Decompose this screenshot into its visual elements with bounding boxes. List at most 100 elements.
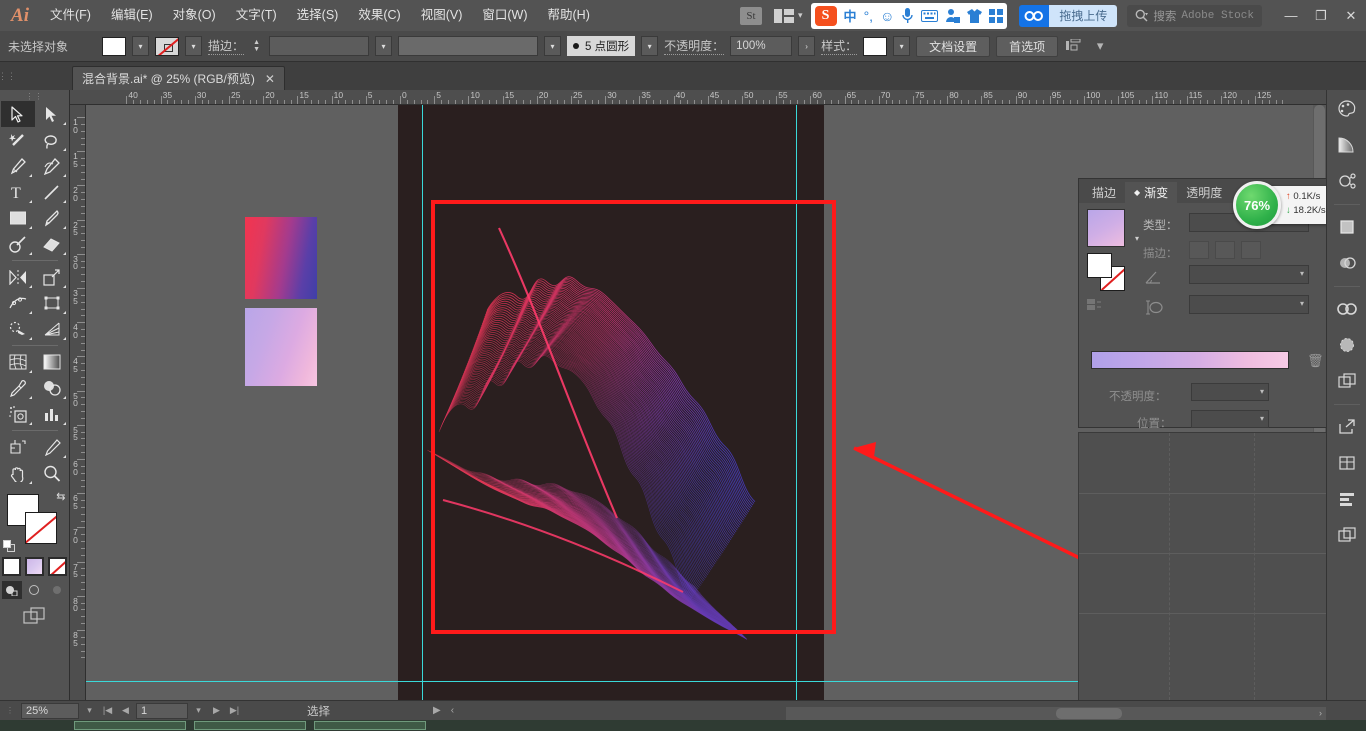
taskbar-item-3[interactable] xyxy=(314,721,426,730)
curvature-tool[interactable] xyxy=(35,153,69,179)
gradient-aspect-input[interactable]: ▾ xyxy=(1189,295,1309,314)
menu-select[interactable]: 选择(S) xyxy=(287,0,349,31)
tab-bar-grip[interactable]: ⋮⋮ xyxy=(0,62,16,90)
default-fill-stroke-icon[interactable] xyxy=(2,540,17,554)
prev-artboard-button[interactable]: ◀ xyxy=(118,703,133,719)
ime-skin-icon[interactable] xyxy=(967,8,983,23)
gradient-angle-input[interactable]: ▾ xyxy=(1189,265,1309,284)
status-grip[interactable]: ⋮ xyxy=(6,706,18,715)
brush-definition-select[interactable]: 5 点圆形 xyxy=(567,36,636,56)
zoom-level-input[interactable]: 25% xyxy=(21,702,79,719)
ime-punctuation-icon[interactable]: °, xyxy=(864,8,874,24)
stroke-across-button[interactable] xyxy=(1241,241,1261,259)
tab-stroke[interactable]: 描边 xyxy=(1083,182,1125,203)
direct-selection-tool[interactable] xyxy=(35,101,69,127)
minimize-button[interactable]: — xyxy=(1276,0,1306,31)
menu-object[interactable]: 对象(O) xyxy=(163,0,226,31)
magic-wand-tool[interactable] xyxy=(1,127,35,153)
stroke-within-button[interactable] xyxy=(1189,241,1209,259)
menu-window[interactable]: 窗口(W) xyxy=(472,0,537,31)
delete-stop-icon[interactable]: 🗑 xyxy=(1307,353,1324,369)
screen-mode-normal[interactable] xyxy=(1,581,22,599)
gradient-location-input[interactable]: ▾ xyxy=(1191,410,1269,428)
selection-tool[interactable] xyxy=(0,101,35,127)
ime-mic-icon[interactable] xyxy=(901,7,914,24)
align-to-icon[interactable] xyxy=(1064,36,1084,56)
artboard-tool[interactable] xyxy=(1,434,35,460)
gradient-sample-square-1[interactable] xyxy=(245,217,317,299)
gradient-preview-swatch[interactable] xyxy=(1087,209,1125,247)
symbols-icon[interactable] xyxy=(1332,166,1362,196)
screen-mode-full[interactable] xyxy=(48,581,68,599)
stroke-weight-caret[interactable]: ▾ xyxy=(375,36,393,56)
tab-transparency[interactable]: 透明度 xyxy=(1177,182,1231,203)
gradient-preset-caret-icon[interactable]: ▾ xyxy=(1135,234,1139,243)
menu-file[interactable]: 文件(F) xyxy=(40,0,101,31)
last-artboard-button[interactable]: ▶| xyxy=(227,703,242,719)
menu-help[interactable]: 帮助(H) xyxy=(538,0,600,31)
swatches-icon[interactable] xyxy=(1332,212,1362,242)
zoom-caret-icon[interactable]: ▾ xyxy=(82,703,97,719)
creative-cloud-icon[interactable] xyxy=(1332,294,1362,324)
brushes-icon[interactable] xyxy=(1332,330,1362,360)
creative-cloud-icon[interactable] xyxy=(1019,4,1050,27)
lasso-tool[interactable] xyxy=(35,127,69,153)
gradient-opacity-input[interactable]: ▾ xyxy=(1191,383,1269,401)
stroke-color-swatch[interactable] xyxy=(24,512,57,544)
swap-fill-stroke-icon[interactable]: ⇆ xyxy=(56,490,65,503)
fill-swatch[interactable] xyxy=(102,36,127,56)
next-artboard-button[interactable]: ▶ xyxy=(209,703,224,719)
screen-mode-menubar[interactable] xyxy=(25,581,45,599)
ime-keyboard-icon[interactable] xyxy=(921,9,939,22)
menu-effect[interactable]: 效果(C) xyxy=(348,0,410,31)
stroke-profile-select[interactable] xyxy=(398,36,539,56)
gradient-fill-stroke-widget[interactable] xyxy=(1087,253,1129,293)
paintbrush-tool[interactable] xyxy=(35,205,69,231)
toolbox-grip[interactable]: ⋮⋮ xyxy=(0,92,69,101)
eraser-tool[interactable] xyxy=(35,231,69,257)
document-tab[interactable]: 混合背景.ai* @ 25% (RGB/预览) ✕ xyxy=(72,66,285,90)
gradient-sample-square-2[interactable] xyxy=(245,308,317,386)
document-setup-button[interactable]: 文档设置 xyxy=(916,35,991,57)
artboards-icon[interactable] xyxy=(1332,520,1362,550)
gradient-slider[interactable] xyxy=(1091,351,1289,369)
tab-gradient[interactable]: ◆ 渐变 xyxy=(1125,182,1178,203)
libraries-icon[interactable] xyxy=(1332,448,1362,478)
fill-stroke-widget[interactable]: ⇆ xyxy=(2,490,67,554)
drag-upload-button[interactable]: 拖拽上传 xyxy=(1049,4,1118,27)
gradient-fill-swatch[interactable] xyxy=(1087,253,1112,278)
stroke-along-button[interactable] xyxy=(1215,241,1235,259)
taskbar-item-1[interactable] xyxy=(74,721,186,730)
stroke-dropdown-caret[interactable]: ▾ xyxy=(185,36,203,56)
pen-tool[interactable] xyxy=(1,153,35,179)
stroke-profile-caret[interactable]: ▾ xyxy=(544,36,562,56)
hand-tool[interactable] xyxy=(1,460,35,486)
ime-apps-icon[interactable] xyxy=(989,8,1004,23)
color-mode-none[interactable] xyxy=(48,557,67,576)
cc-upload-group[interactable]: 拖拽上传 xyxy=(1019,4,1127,27)
horizontal-scroll-thumb[interactable] xyxy=(1056,708,1122,719)
menu-type[interactable]: 文字(T) xyxy=(226,0,287,31)
color-mode-gradient[interactable] xyxy=(25,557,44,576)
blend-tool[interactable] xyxy=(35,375,69,401)
sogou-logo-icon[interactable]: S xyxy=(814,5,837,26)
gradient-tool[interactable] xyxy=(35,349,69,375)
export-icon[interactable] xyxy=(1332,412,1362,442)
menu-edit[interactable]: 编辑(E) xyxy=(101,0,163,31)
gradient-reverse-icon[interactable] xyxy=(1087,297,1129,315)
status-nav-arrows[interactable]: ▶ ‹ xyxy=(433,705,454,716)
ime-mode-chinese[interactable]: 中 xyxy=(844,6,857,25)
ime-user-icon[interactable] xyxy=(945,8,961,23)
type-tool[interactable]: T xyxy=(1,179,35,205)
sogou-ime-bar[interactable]: S 中 °, ☺ xyxy=(810,2,1008,29)
fill-dropdown-caret[interactable]: ▾ xyxy=(132,36,150,56)
brush-caret[interactable]: ▾ xyxy=(641,36,659,56)
align-icon[interactable] xyxy=(1332,484,1362,514)
artboard-number-input[interactable]: 1 xyxy=(136,702,188,719)
preferences-button[interactable]: 首选项 xyxy=(996,35,1059,57)
shape-builder-tool[interactable] xyxy=(1,316,35,342)
adobe-stock-search[interactable]: 搜索 Adobe Stock xyxy=(1127,4,1262,27)
eyedropper-tool[interactable] xyxy=(1,375,35,401)
document-tab-close-icon[interactable]: ✕ xyxy=(265,72,275,86)
symbol-sprayer-tool[interactable] xyxy=(1,401,35,427)
